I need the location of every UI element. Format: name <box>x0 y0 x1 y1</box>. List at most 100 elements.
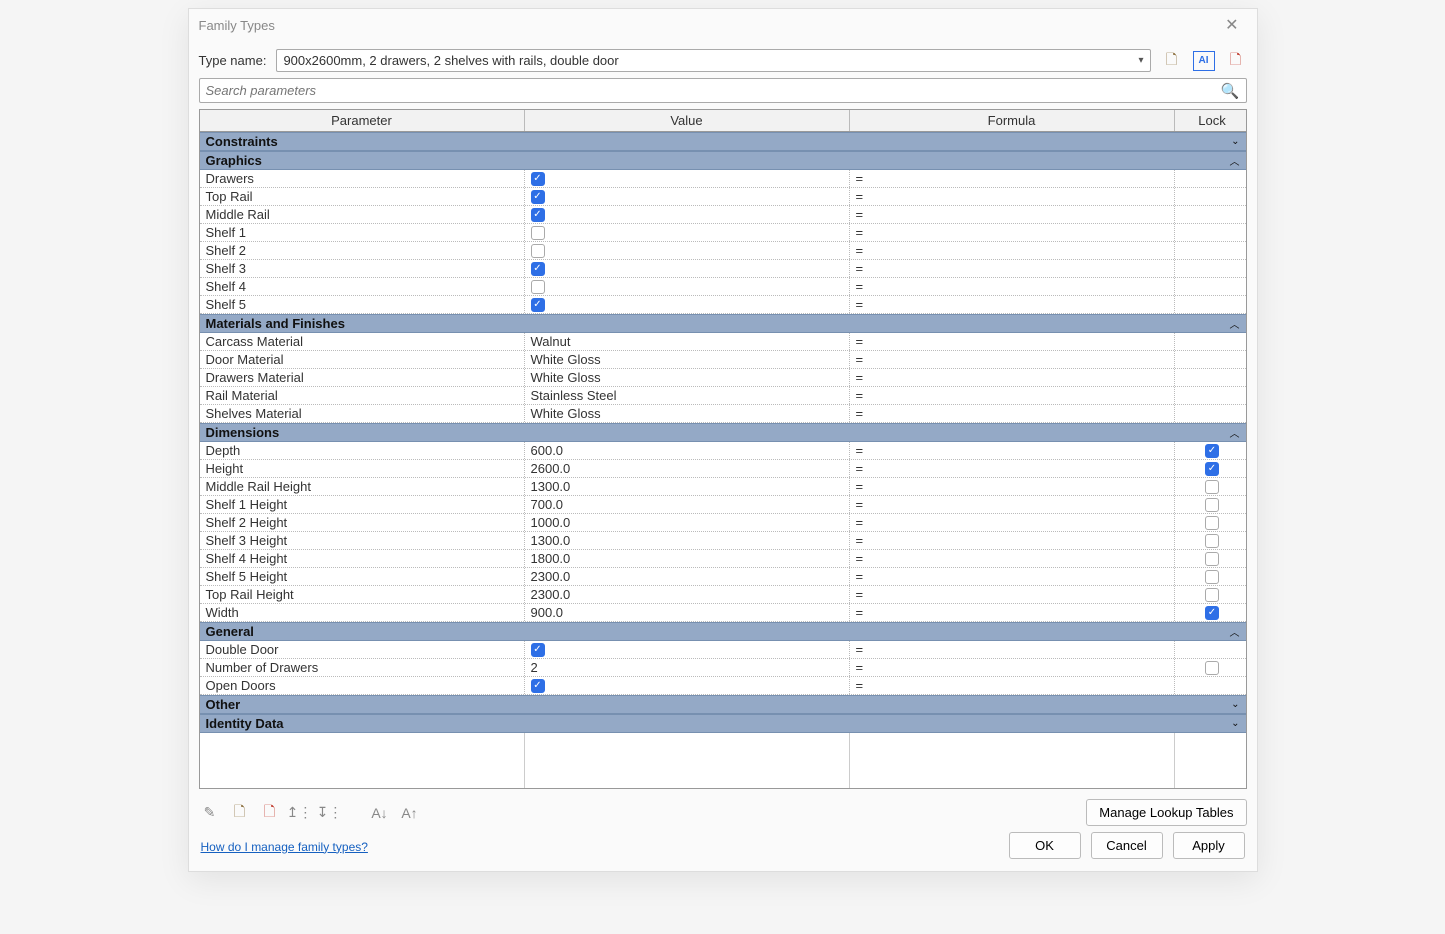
param-formula-cell[interactable]: = <box>850 550 1175 567</box>
value-checkbox[interactable] <box>531 226 545 240</box>
value-checkbox[interactable] <box>531 262 545 276</box>
lock-checkbox[interactable] <box>1205 516 1219 530</box>
param-value-cell[interactable]: 1000.0 <box>525 514 850 531</box>
rename-type-icon[interactable]: AI <box>1193 51 1215 71</box>
type-name-select[interactable]: 900x2600mm, 2 drawers, 2 shelves with ra… <box>276 49 1150 72</box>
param-lock-cell[interactable] <box>1175 641 1250 658</box>
search-icon[interactable]: 🔍 <box>1215 82 1246 100</box>
lock-checkbox[interactable] <box>1205 534 1219 548</box>
param-name-cell[interactable]: Shelf 4 <box>200 278 525 295</box>
lock-checkbox[interactable] <box>1205 462 1219 476</box>
param-formula-cell[interactable]: = <box>850 369 1175 386</box>
param-formula-cell[interactable]: = <box>850 260 1175 277</box>
param-lock-cell[interactable] <box>1175 604 1250 621</box>
new-param-icon[interactable]: 🗋 <box>229 803 251 823</box>
param-name-cell[interactable]: Shelf 5 <box>200 296 525 313</box>
help-link[interactable]: How do I manage family types? <box>189 840 368 864</box>
param-name-cell[interactable]: Drawers <box>200 170 525 187</box>
param-formula-cell[interactable]: = <box>850 351 1175 368</box>
value-checkbox[interactable] <box>531 208 545 222</box>
param-value-cell[interactable] <box>525 296 850 313</box>
param-value-cell[interactable] <box>525 170 850 187</box>
param-name-cell[interactable]: Shelves Material <box>200 405 525 422</box>
param-formula-cell[interactable]: = <box>850 442 1175 459</box>
param-lock-cell[interactable] <box>1175 296 1250 313</box>
param-value-cell[interactable] <box>525 206 850 223</box>
manage-lookup-button[interactable]: Manage Lookup Tables <box>1086 799 1246 826</box>
lock-checkbox[interactable] <box>1205 480 1219 494</box>
ok-button[interactable]: OK <box>1009 832 1081 859</box>
value-checkbox[interactable] <box>531 679 545 693</box>
param-lock-cell[interactable] <box>1175 405 1250 422</box>
param-lock-cell[interactable] <box>1175 532 1250 549</box>
param-lock-cell[interactable] <box>1175 188 1250 205</box>
param-value-cell[interactable]: 2600.0 <box>525 460 850 477</box>
param-lock-cell[interactable] <box>1175 206 1250 223</box>
new-type-icon[interactable]: 🗋 <box>1161 51 1183 71</box>
param-formula-cell[interactable]: = <box>850 659 1175 676</box>
param-lock-cell[interactable] <box>1175 586 1250 603</box>
lock-checkbox[interactable] <box>1205 606 1219 620</box>
param-name-cell[interactable]: Shelf 1 Height <box>200 496 525 513</box>
value-checkbox[interactable] <box>531 244 545 258</box>
param-name-cell[interactable]: Rail Material <box>200 387 525 404</box>
param-name-cell[interactable]: Shelf 1 <box>200 224 525 241</box>
param-formula-cell[interactable]: = <box>850 405 1175 422</box>
param-formula-cell[interactable]: = <box>850 641 1175 658</box>
param-lock-cell[interactable] <box>1175 351 1250 368</box>
group-header[interactable]: Identity Data⌄ <box>200 714 1246 733</box>
value-checkbox[interactable] <box>531 172 545 186</box>
param-name-cell[interactable]: Height <box>200 460 525 477</box>
param-lock-cell[interactable] <box>1175 550 1250 567</box>
param-value-cell[interactable] <box>525 641 850 658</box>
pencil-icon[interactable]: ✎ <box>199 803 221 823</box>
param-lock-cell[interactable] <box>1175 442 1250 459</box>
param-lock-cell[interactable] <box>1175 333 1250 350</box>
param-value-cell[interactable]: 900.0 <box>525 604 850 621</box>
param-formula-cell[interactable]: = <box>850 677 1175 694</box>
group-header[interactable]: Materials and Finishes︿ <box>200 314 1246 333</box>
param-name-cell[interactable]: Shelf 3 Height <box>200 532 525 549</box>
lock-checkbox[interactable] <box>1205 444 1219 458</box>
param-formula-cell[interactable]: = <box>850 333 1175 350</box>
param-name-cell[interactable]: Shelf 3 <box>200 260 525 277</box>
delete-param-icon[interactable]: 🗋 <box>259 803 281 823</box>
close-icon[interactable]: ✕ <box>1217 13 1246 37</box>
param-name-cell[interactable]: Drawers Material <box>200 369 525 386</box>
group-header[interactable]: General︿ <box>200 622 1246 641</box>
param-formula-cell[interactable]: = <box>850 514 1175 531</box>
param-formula-cell[interactable]: = <box>850 278 1175 295</box>
param-value-cell[interactable]: 1300.0 <box>525 532 850 549</box>
param-lock-cell[interactable] <box>1175 677 1250 694</box>
param-name-cell[interactable]: Width <box>200 604 525 621</box>
param-name-cell[interactable]: Open Doors <box>200 677 525 694</box>
value-checkbox[interactable] <box>531 190 545 204</box>
group-header[interactable]: Constraints⌄ <box>200 132 1246 151</box>
param-name-cell[interactable]: Number of Drawers <box>200 659 525 676</box>
sort-desc-icon[interactable]: A↑ <box>399 803 421 823</box>
param-name-cell[interactable]: Shelf 2 Height <box>200 514 525 531</box>
apply-button[interactable]: Apply <box>1173 832 1245 859</box>
param-value-cell[interactable]: 700.0 <box>525 496 850 513</box>
param-formula-cell[interactable]: = <box>850 604 1175 621</box>
param-name-cell[interactable]: Shelf 4 Height <box>200 550 525 567</box>
param-value-cell[interactable]: Walnut <box>525 333 850 350</box>
param-formula-cell[interactable]: = <box>850 170 1175 187</box>
param-value-cell[interactable] <box>525 242 850 259</box>
param-name-cell[interactable]: Carcass Material <box>200 333 525 350</box>
param-lock-cell[interactable] <box>1175 224 1250 241</box>
param-name-cell[interactable]: Top Rail Height <box>200 586 525 603</box>
param-value-cell[interactable]: Stainless Steel <box>525 387 850 404</box>
param-value-cell[interactable]: 2300.0 <box>525 568 850 585</box>
lock-checkbox[interactable] <box>1205 570 1219 584</box>
param-formula-cell[interactable]: = <box>850 242 1175 259</box>
param-formula-cell[interactable]: = <box>850 532 1175 549</box>
param-lock-cell[interactable] <box>1175 460 1250 477</box>
value-checkbox[interactable] <box>531 280 545 294</box>
param-formula-cell[interactable]: = <box>850 460 1175 477</box>
param-lock-cell[interactable] <box>1175 369 1250 386</box>
param-name-cell[interactable]: Shelf 2 <box>200 242 525 259</box>
param-lock-cell[interactable] <box>1175 478 1250 495</box>
param-name-cell[interactable]: Middle Rail <box>200 206 525 223</box>
param-name-cell[interactable]: Shelf 5 Height <box>200 568 525 585</box>
